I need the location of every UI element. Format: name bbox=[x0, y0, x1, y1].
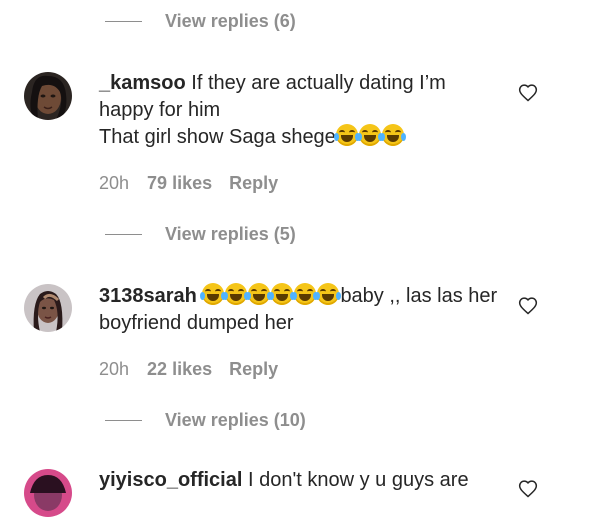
avatar[interactable] bbox=[24, 72, 72, 120]
heart-outline-icon[interactable] bbox=[518, 479, 538, 499]
comment-meta: 20h 79 likes Reply bbox=[99, 173, 278, 194]
laughing-emoji-icon bbox=[292, 283, 319, 305]
avatar-image bbox=[24, 72, 72, 120]
view-replies-button[interactable]: View replies (10) bbox=[105, 405, 306, 435]
comment-body: I don't know y u guys are bbox=[242, 469, 469, 491]
laughing-emoji-icon bbox=[200, 283, 227, 305]
laughing-emoji-icon bbox=[379, 124, 406, 146]
laughing-emoji-icon bbox=[333, 124, 360, 146]
reply-button[interactable]: Reply bbox=[229, 173, 278, 194]
replies-divider-line bbox=[105, 20, 142, 22]
laughing-emoji-icon bbox=[356, 124, 383, 146]
comment-meta: 20h 22 likes Reply bbox=[99, 359, 278, 380]
heart-outline-icon[interactable] bbox=[518, 83, 538, 103]
avatar-image bbox=[24, 469, 72, 517]
reply-button[interactable]: Reply bbox=[229, 359, 278, 380]
heart-outline-icon[interactable] bbox=[518, 296, 538, 316]
view-replies-label: View replies (5) bbox=[165, 223, 296, 244]
comment-username[interactable]: _kamsoo bbox=[99, 72, 186, 94]
view-replies-button[interactable]: View replies (6) bbox=[105, 6, 296, 36]
view-replies-label: View replies (6) bbox=[165, 10, 296, 31]
avatar[interactable] bbox=[24, 284, 72, 332]
avatar-image bbox=[24, 284, 72, 332]
replies-divider-line bbox=[105, 419, 142, 421]
comment-username[interactable]: yiyisco_official bbox=[99, 469, 242, 491]
comment-likes[interactable]: 22 likes bbox=[147, 359, 212, 380]
laughing-emoji-icon bbox=[246, 283, 273, 305]
comment-body-line2: That girl show Saga shege bbox=[99, 126, 336, 148]
comment-time: 20h bbox=[99, 359, 130, 379]
replies-divider-line bbox=[105, 233, 142, 235]
comment-text: yiyisco_official I don't know y u guys a… bbox=[99, 467, 579, 494]
comment-time: 20h bbox=[99, 173, 130, 193]
laughing-emoji-icon bbox=[315, 283, 342, 305]
comment-username[interactable]: 3138sarah bbox=[99, 285, 197, 307]
laughing-emoji-icon bbox=[269, 283, 296, 305]
comment-text: 3138sarah baby ,, las las her boyfriend … bbox=[99, 283, 499, 337]
comment-likes[interactable]: 79 likes bbox=[147, 173, 212, 194]
avatar[interactable] bbox=[24, 469, 72, 517]
laughing-emoji-icon bbox=[223, 283, 250, 305]
view-replies-button[interactable]: View replies (5) bbox=[105, 219, 296, 249]
comment-text: _kamsoo If they are actually dating I’m … bbox=[99, 70, 499, 151]
view-replies-label: View replies (10) bbox=[165, 409, 306, 430]
